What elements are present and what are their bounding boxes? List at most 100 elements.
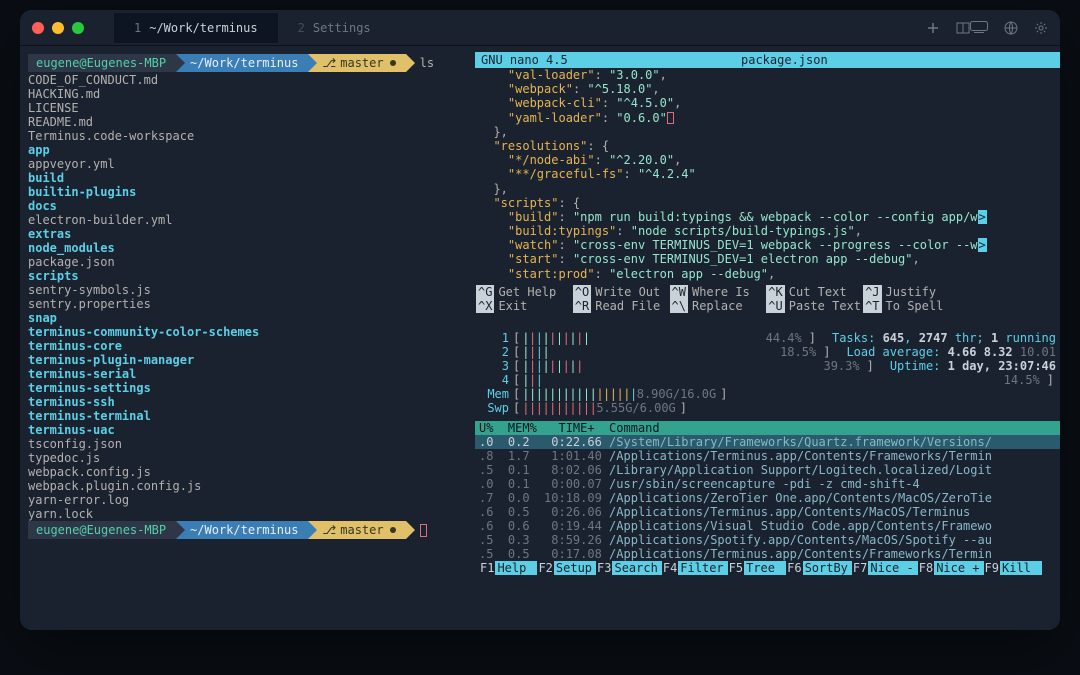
nano-line: "**/graceful-fs": "^4.2.4" (479, 167, 1056, 181)
htop-swp-meter: Swp[|||||||||||5.55G/6.00G] (479, 401, 1056, 415)
ls-entry: scripts (28, 269, 475, 283)
cursor (420, 524, 427, 537)
ls-entry: appveyor.yml (28, 157, 475, 171)
htop-fkey[interactable]: F8Nice + (918, 561, 984, 575)
keyboard-icon[interactable] (970, 21, 988, 35)
ls-entry: extras (28, 227, 475, 241)
ls-entry: sentry.properties (28, 297, 475, 311)
close-icon[interactable] (32, 22, 44, 34)
htop-mem-meter: Mem[|||||||||||||||||8.90G/16.0G] (479, 387, 1056, 401)
nano-line: "*/node-abi": "^2.20.0", (479, 153, 1056, 167)
htop-process-list: .0 0.2 0:22.66 /System/Library/Framework… (475, 435, 1060, 561)
htop-process-row[interactable]: .0 0.1 0:00.07 /usr/sbin/screencapture -… (475, 477, 1060, 491)
nano-shortcut: ^JJustify (863, 285, 960, 299)
htop-cpu-meter: 2[||||18.5%]Load average: 4.66 8.32 10.0… (479, 345, 1056, 359)
ls-entry: webpack.plugin.config.js (28, 479, 475, 493)
tab[interactable]: 2Settings (278, 13, 391, 43)
htop-process-row[interactable]: .0 0.2 0:22.66 /System/Library/Framework… (475, 435, 1060, 449)
nano-shortcut: ^OWrite Out (573, 285, 670, 299)
htop-fkey[interactable]: F9Kill (984, 561, 1042, 575)
globe-icon[interactable] (1004, 21, 1018, 35)
ls-entry: LICENSE (28, 101, 475, 115)
tab[interactable]: 1~/Work/terminus (114, 13, 278, 43)
ls-entry: terminus-terminal (28, 409, 475, 423)
ls-entry: tsconfig.json (28, 437, 475, 451)
command-text: ls (420, 54, 434, 72)
tab-num: 2 (298, 21, 305, 35)
htop-fkey[interactable]: F6SortBy (786, 561, 852, 575)
htop-process-row[interactable]: .5 0.5 0:17.08 /Applications/Terminus.ap… (475, 547, 1060, 561)
ls-entry: yarn-error.log (28, 493, 475, 507)
nano-shortcut: ^XExit (476, 299, 573, 313)
htop-fkey[interactable]: F3Search (596, 561, 662, 575)
nano-shortcut: ^TTo Spell (863, 299, 960, 313)
git-branch-icon: ⎇ (322, 521, 336, 539)
ls-entry: terminus-core (28, 339, 475, 353)
titlebar-right-icons (970, 21, 1048, 35)
gear-icon[interactable] (1034, 21, 1048, 35)
pane-left[interactable]: eugene@Eugenes-MBP ~/Work/terminus ⎇ mas… (20, 46, 475, 630)
nano-line: "scripts": { (479, 196, 1056, 210)
nano-line: "start": "cross-env TERMINUS_DEV=1 elect… (479, 252, 1056, 266)
nano-shortcut (960, 299, 1057, 313)
nano-line: "resolutions": { (479, 139, 1056, 153)
htop-process-row[interactable]: .5 0.3 8:59.26 /Applications/Spotify.app… (475, 533, 1060, 547)
nano-line: }, (479, 182, 1056, 196)
htop-process-row[interactable]: .5 0.1 8:02.06 /Library/Application Supp… (475, 463, 1060, 477)
panes: eugene@Eugenes-MBP ~/Work/terminus ⎇ mas… (20, 46, 1060, 630)
titlebar: 1~/Work/terminus2Settings (20, 10, 1060, 46)
ls-entry: build (28, 171, 475, 185)
ls-entry: app (28, 143, 475, 157)
nano-shortcut: ^\Replace (670, 299, 767, 313)
htop-fkey[interactable]: F7Nice - (852, 561, 918, 575)
ls-entry: electron-builder.yml (28, 213, 475, 227)
nano-shortcut: ^GGet Help (476, 285, 573, 299)
htop-cpu-meter: 1[||||||||||44.4%]Tasks: 645, 2747 thr; … (479, 331, 1056, 345)
pane-right[interactable]: GNU nano 4.5 package.json "val-loader": … (475, 46, 1060, 630)
htop-fkey[interactable]: F1Help (479, 561, 537, 575)
prompt-user: eugene@Eugenes-MBP (28, 54, 176, 72)
prompt-user: eugene@Eugenes-MBP (28, 521, 176, 539)
nano-shortcut: ^UPaste Text (766, 299, 863, 313)
nano-header: GNU nano 4.5 package.json (475, 52, 1060, 68)
minimize-icon[interactable] (52, 22, 64, 34)
maximize-icon[interactable] (72, 22, 84, 34)
ls-entry: terminus-plugin-manager (28, 353, 475, 367)
ls-entry: CODE_OF_CONDUCT.md (28, 73, 475, 87)
split-pane-button[interactable] (956, 21, 970, 35)
ls-entry: typedoc.js (28, 451, 475, 465)
ls-entry: builtin-plugins (28, 185, 475, 199)
ls-entry: webpack.config.js (28, 465, 475, 479)
nano-shortcut: ^KCut Text (766, 285, 863, 299)
tab-label: ~/Work/terminus (149, 21, 257, 35)
nano-line: "webpack": "^5.18.0", (479, 82, 1056, 96)
htop-header: U% MEM% TIME+ Command (475, 421, 1060, 435)
nano-line: }, (479, 125, 1056, 139)
ls-entry: terminus-serial (28, 367, 475, 381)
htop-meters: 1[||||||||||44.4%]Tasks: 645, 2747 thr; … (475, 331, 1060, 415)
htop-fkey[interactable]: F2Setup (537, 561, 596, 575)
htop-process-row[interactable]: .7 0.0 10:18.09 /Applications/ZeroTier O… (475, 491, 1060, 505)
htop-process-row[interactable]: .6 0.6 0:19.44 /Applications/Visual Stud… (475, 519, 1060, 533)
git-dirty-icon (390, 527, 396, 533)
nano-body: "val-loader": "3.0.0", "webpack": "^5.18… (475, 68, 1060, 281)
nano-shortcut: ^WWhere Is (670, 285, 767, 299)
nano-footer: ^GGet Help^OWrite Out^WWhere Is^KCut Tex… (475, 285, 1060, 313)
nano-line: "build": "npm run build:typings && webpa… (479, 210, 1056, 224)
prompt: eugene@Eugenes-MBP ~/Work/terminus ⎇ mas… (28, 54, 475, 72)
htop-process-row[interactable]: .6 0.5 0:26.06 /Applications/Terminus.ap… (475, 505, 1060, 519)
htop-fkeys: F1HelpF2SetupF3SearchF4FilterF5TreeF6Sor… (475, 561, 1060, 575)
ls-entry: HACKING.md (28, 87, 475, 101)
new-tab-button[interactable] (926, 21, 940, 35)
nano-filename: package.json (701, 52, 1054, 68)
nano-title: GNU nano 4.5 (481, 52, 701, 68)
prompt-branch: ⎇ master (308, 54, 405, 72)
nano-line: "yaml-loader": "0.6.0" (479, 111, 1056, 125)
htop-fkey[interactable]: F5Tree (728, 561, 786, 575)
htop-fkey[interactable]: F4Filter (662, 561, 728, 575)
htop-process-row[interactable]: .8 1.7 1:01.40 /Applications/Terminus.ap… (475, 449, 1060, 463)
ls-entry: README.md (28, 115, 475, 129)
nano-line: "watch": "cross-env TERMINUS_DEV=1 webpa… (479, 238, 1056, 252)
window-controls (32, 22, 84, 34)
prompt-2: eugene@Eugenes-MBP ~/Work/terminus ⎇ mas… (28, 521, 475, 539)
